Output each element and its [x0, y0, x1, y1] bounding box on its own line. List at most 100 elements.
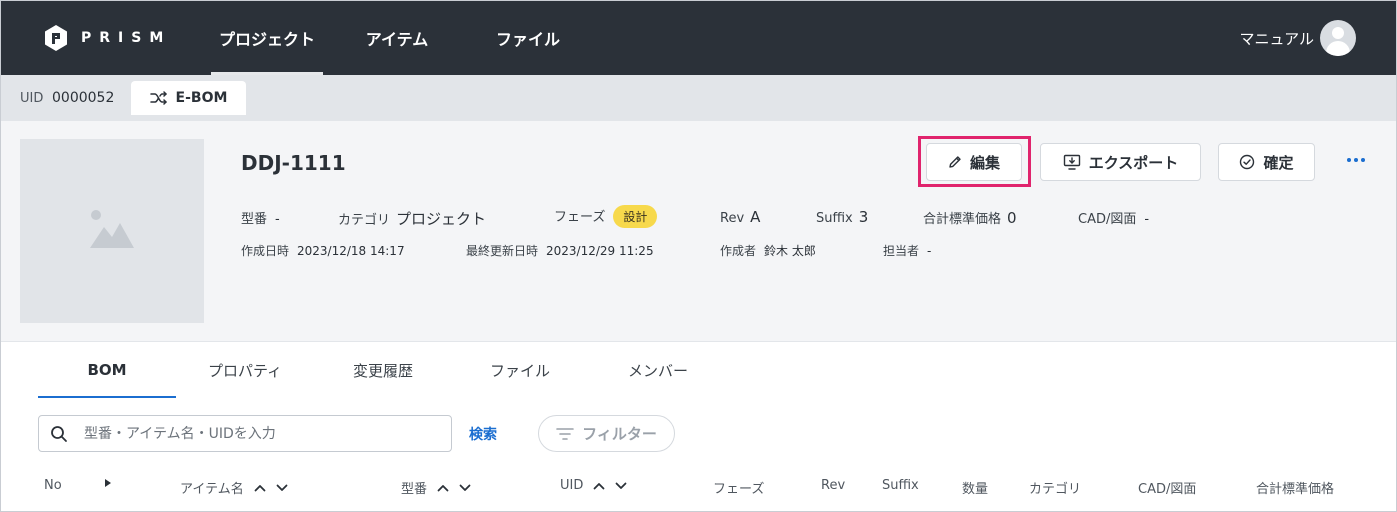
sort-controls	[593, 482, 627, 490]
bom-type-switch-button[interactable]: E-BOM	[131, 81, 246, 115]
column-header-quantity: 数量	[962, 482, 989, 497]
uid-label: UID	[20, 91, 44, 106]
meta-owner-value: -	[927, 244, 932, 258]
meta-updated-label: 最終更新日時	[466, 244, 539, 258]
meta-category: カテゴリ プロジェクト	[338, 208, 486, 229]
meta-created-value: 2023/12/18 14:17	[297, 244, 405, 258]
app-logo-text: PRISM	[81, 30, 172, 46]
meta-category-value: プロジェクト	[396, 210, 487, 228]
export-button[interactable]: エクスポート	[1040, 143, 1201, 181]
user-name: マニュアル	[1239, 29, 1314, 48]
meta-cad-value: -	[1144, 212, 1150, 227]
search-button[interactable]: 検索	[469, 424, 497, 444]
edit-button-highlight	[918, 136, 1031, 187]
column-header-item-name-label: アイテム名	[180, 482, 244, 497]
meta-updated: 最終更新日時 2023/12/29 11:25	[466, 242, 654, 259]
meta-created: 作成日時 2023/12/18 14:17	[241, 242, 405, 259]
tab-members[interactable]: メンバー	[589, 342, 727, 398]
prism-logo-icon	[45, 25, 67, 51]
meta-phase: フェーズ 設計	[554, 205, 658, 228]
meta-model-value: -	[275, 212, 280, 227]
shuffle-icon	[149, 91, 167, 105]
column-header-model-label: 型番	[401, 482, 428, 497]
filter-icon	[556, 427, 574, 440]
meta-suffix: Suffix 3	[816, 208, 868, 226]
uid-value: 0000052	[52, 90, 115, 106]
meta-author-label: 作成者	[720, 244, 757, 258]
filter-button[interactable]: フィルター	[538, 415, 675, 452]
sort-desc-icon[interactable]	[276, 484, 288, 492]
expand-all-toggle[interactable]	[104, 478, 112, 488]
meta-model: 型番 -	[241, 208, 280, 227]
column-header-model: 型番	[401, 478, 471, 497]
meta-author-value: 鈴木 太郎	[764, 244, 816, 258]
column-header-no-label: No	[44, 478, 62, 493]
tab-files[interactable]: ファイル	[451, 342, 589, 398]
app-window: PRISM プロジェクト アイテム ファイル マニュアル UID 0000052…	[0, 0, 1397, 512]
meta-category-label: カテゴリ	[338, 213, 391, 228]
top-navigation: PRISM プロジェクト アイテム ファイル マニュアル	[1, 1, 1396, 75]
filter-button-label: フィルター	[582, 425, 657, 443]
column-header-no: No	[44, 478, 62, 493]
detail-tabs: BOM プロパティ 変更履歴 ファイル メンバー	[1, 342, 1396, 398]
meta-phase-label: フェーズ	[554, 210, 606, 225]
meta-created-label: 作成日時	[241, 244, 290, 258]
meta-cad-label: CAD/図面	[1078, 212, 1137, 227]
more-options-button[interactable]	[1344, 147, 1368, 173]
avatar	[1320, 20, 1356, 56]
meta-rev-value: A	[750, 208, 761, 226]
meta-suffix-value: 3	[858, 208, 869, 226]
column-header-uid-label: UID	[560, 478, 584, 493]
item-subbar: UID 0000052 E-BOM	[1, 75, 1396, 121]
tab-bom[interactable]: BOM	[38, 342, 176, 398]
confirm-button-label: 確定	[1263, 153, 1294, 172]
meta-suffix-label: Suffix	[816, 211, 853, 226]
column-header-suffix: Suffix	[882, 478, 919, 493]
confirm-button[interactable]: 確定	[1218, 143, 1315, 181]
image-placeholder-icon	[90, 210, 134, 248]
nav-tab-files[interactable]: ファイル	[481, 1, 575, 75]
column-header-rev: Rev	[821, 478, 846, 493]
sort-controls	[254, 484, 288, 492]
meta-rev: Rev A	[720, 208, 760, 226]
search-icon	[51, 426, 67, 442]
check-circle-icon	[1240, 154, 1255, 170]
meta-model-label: 型番	[241, 212, 268, 227]
tab-properties[interactable]: プロパティ	[176, 342, 314, 398]
sort-asc-icon[interactable]	[254, 484, 266, 492]
sort-asc-icon[interactable]	[593, 482, 605, 490]
bom-search-box	[38, 415, 452, 452]
search-input[interactable]	[84, 421, 439, 447]
column-header-cad: CAD/図面	[1138, 482, 1197, 497]
meta-cad: CAD/図面 -	[1078, 208, 1149, 227]
sort-desc-icon[interactable]	[459, 484, 471, 492]
tab-history[interactable]: 変更履歴	[314, 342, 452, 398]
meta-rev-label: Rev	[720, 211, 745, 226]
item-title: DDJ-1111	[241, 151, 346, 175]
export-button-label: エクスポート	[1088, 153, 1179, 172]
meta-updated-value: 2023/12/29 11:25	[546, 244, 654, 258]
phase-badge: 設計	[613, 205, 658, 228]
meta-owner-label: 担当者	[883, 244, 920, 258]
nav-tab-projects[interactable]: プロジェクト	[211, 1, 323, 75]
user-menu[interactable]: マニュアル	[1239, 19, 1356, 57]
nav-tab-items[interactable]: アイテム	[351, 1, 443, 75]
column-header-category: カテゴリ	[1029, 482, 1082, 497]
column-header-item-name: アイテム名	[180, 478, 288, 497]
more-dots-icon	[1347, 158, 1351, 162]
item-header: DDJ-1111 編集 エクスポート 確定 型番 - カテゴリ プロジェクト フ…	[1, 121, 1396, 342]
meta-total-price: 合計標準価格 0	[923, 208, 1017, 227]
item-thumbnail[interactable]	[20, 139, 204, 323]
meta-owner: 担当者 -	[883, 242, 931, 259]
sort-controls	[437, 484, 471, 492]
bom-type-label: E-BOM	[175, 90, 228, 106]
meta-total-price-value: 0	[1007, 209, 1017, 227]
meta-author: 作成者 鈴木 太郎	[720, 242, 816, 259]
export-icon	[1063, 154, 1080, 170]
caret-right-icon	[105, 479, 111, 487]
app-logo[interactable]: PRISM	[43, 24, 171, 52]
sort-desc-icon[interactable]	[615, 482, 627, 490]
column-header-total-price: 合計標準価格	[1256, 482, 1335, 497]
sort-asc-icon[interactable]	[437, 484, 449, 492]
column-header-uid: UID	[560, 478, 627, 493]
